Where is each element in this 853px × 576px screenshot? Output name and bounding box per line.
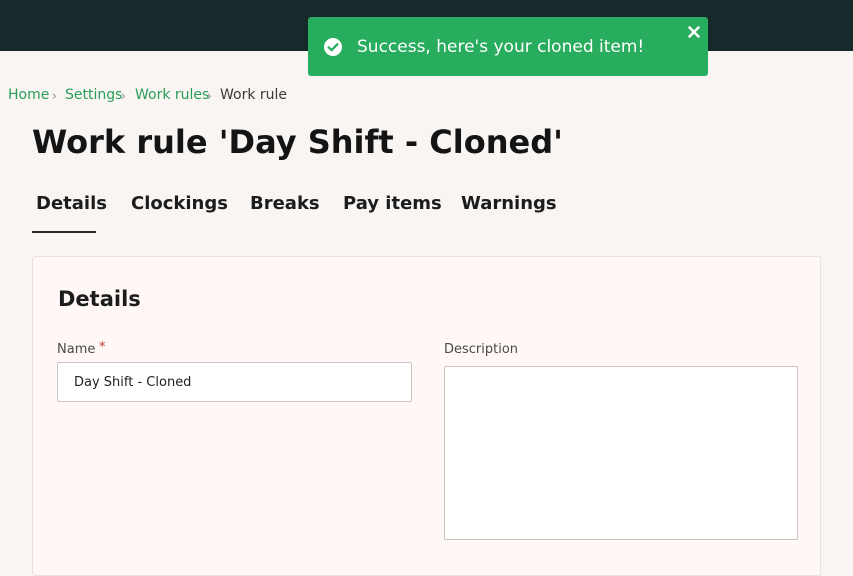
breadcrumb-separator: ›	[121, 89, 126, 103]
tab-breaks[interactable]: Breaks	[250, 193, 320, 215]
details-card: Details Name * Description	[32, 256, 821, 576]
description-textarea[interactable]	[444, 366, 798, 540]
tab-bar: Details Clockings Breaks Pay items Warni…	[32, 189, 592, 234]
required-marker: *	[99, 340, 106, 355]
breadcrumb-separator: ›	[52, 89, 57, 103]
details-heading: Details	[58, 287, 141, 311]
breadcrumb-current: Work rule	[220, 87, 288, 103]
name-label: Name	[57, 342, 96, 357]
tab-details[interactable]: Details	[36, 193, 107, 215]
active-tab-indicator	[32, 231, 96, 233]
tab-warnings[interactable]: Warnings	[461, 193, 557, 215]
tab-clockings[interactable]: Clockings	[131, 193, 228, 215]
success-toast: Success, here's your cloned item!	[308, 17, 708, 76]
toast-message: Success, here's your cloned item!	[357, 37, 645, 57]
close-icon[interactable]	[687, 25, 701, 39]
breadcrumb-work-rules[interactable]: Work rules	[135, 86, 209, 104]
page-title: Work rule 'Day Shift - Cloned'	[32, 123, 563, 161]
check-circle-icon	[324, 38, 342, 56]
description-label: Description	[444, 342, 519, 357]
breadcrumb-home[interactable]: Home	[8, 86, 49, 104]
breadcrumb-settings[interactable]: Settings	[65, 86, 122, 104]
breadcrumb-separator: ›	[207, 89, 212, 103]
tab-pay-items[interactable]: Pay items	[343, 193, 442, 215]
name-input[interactable]	[57, 362, 412, 402]
